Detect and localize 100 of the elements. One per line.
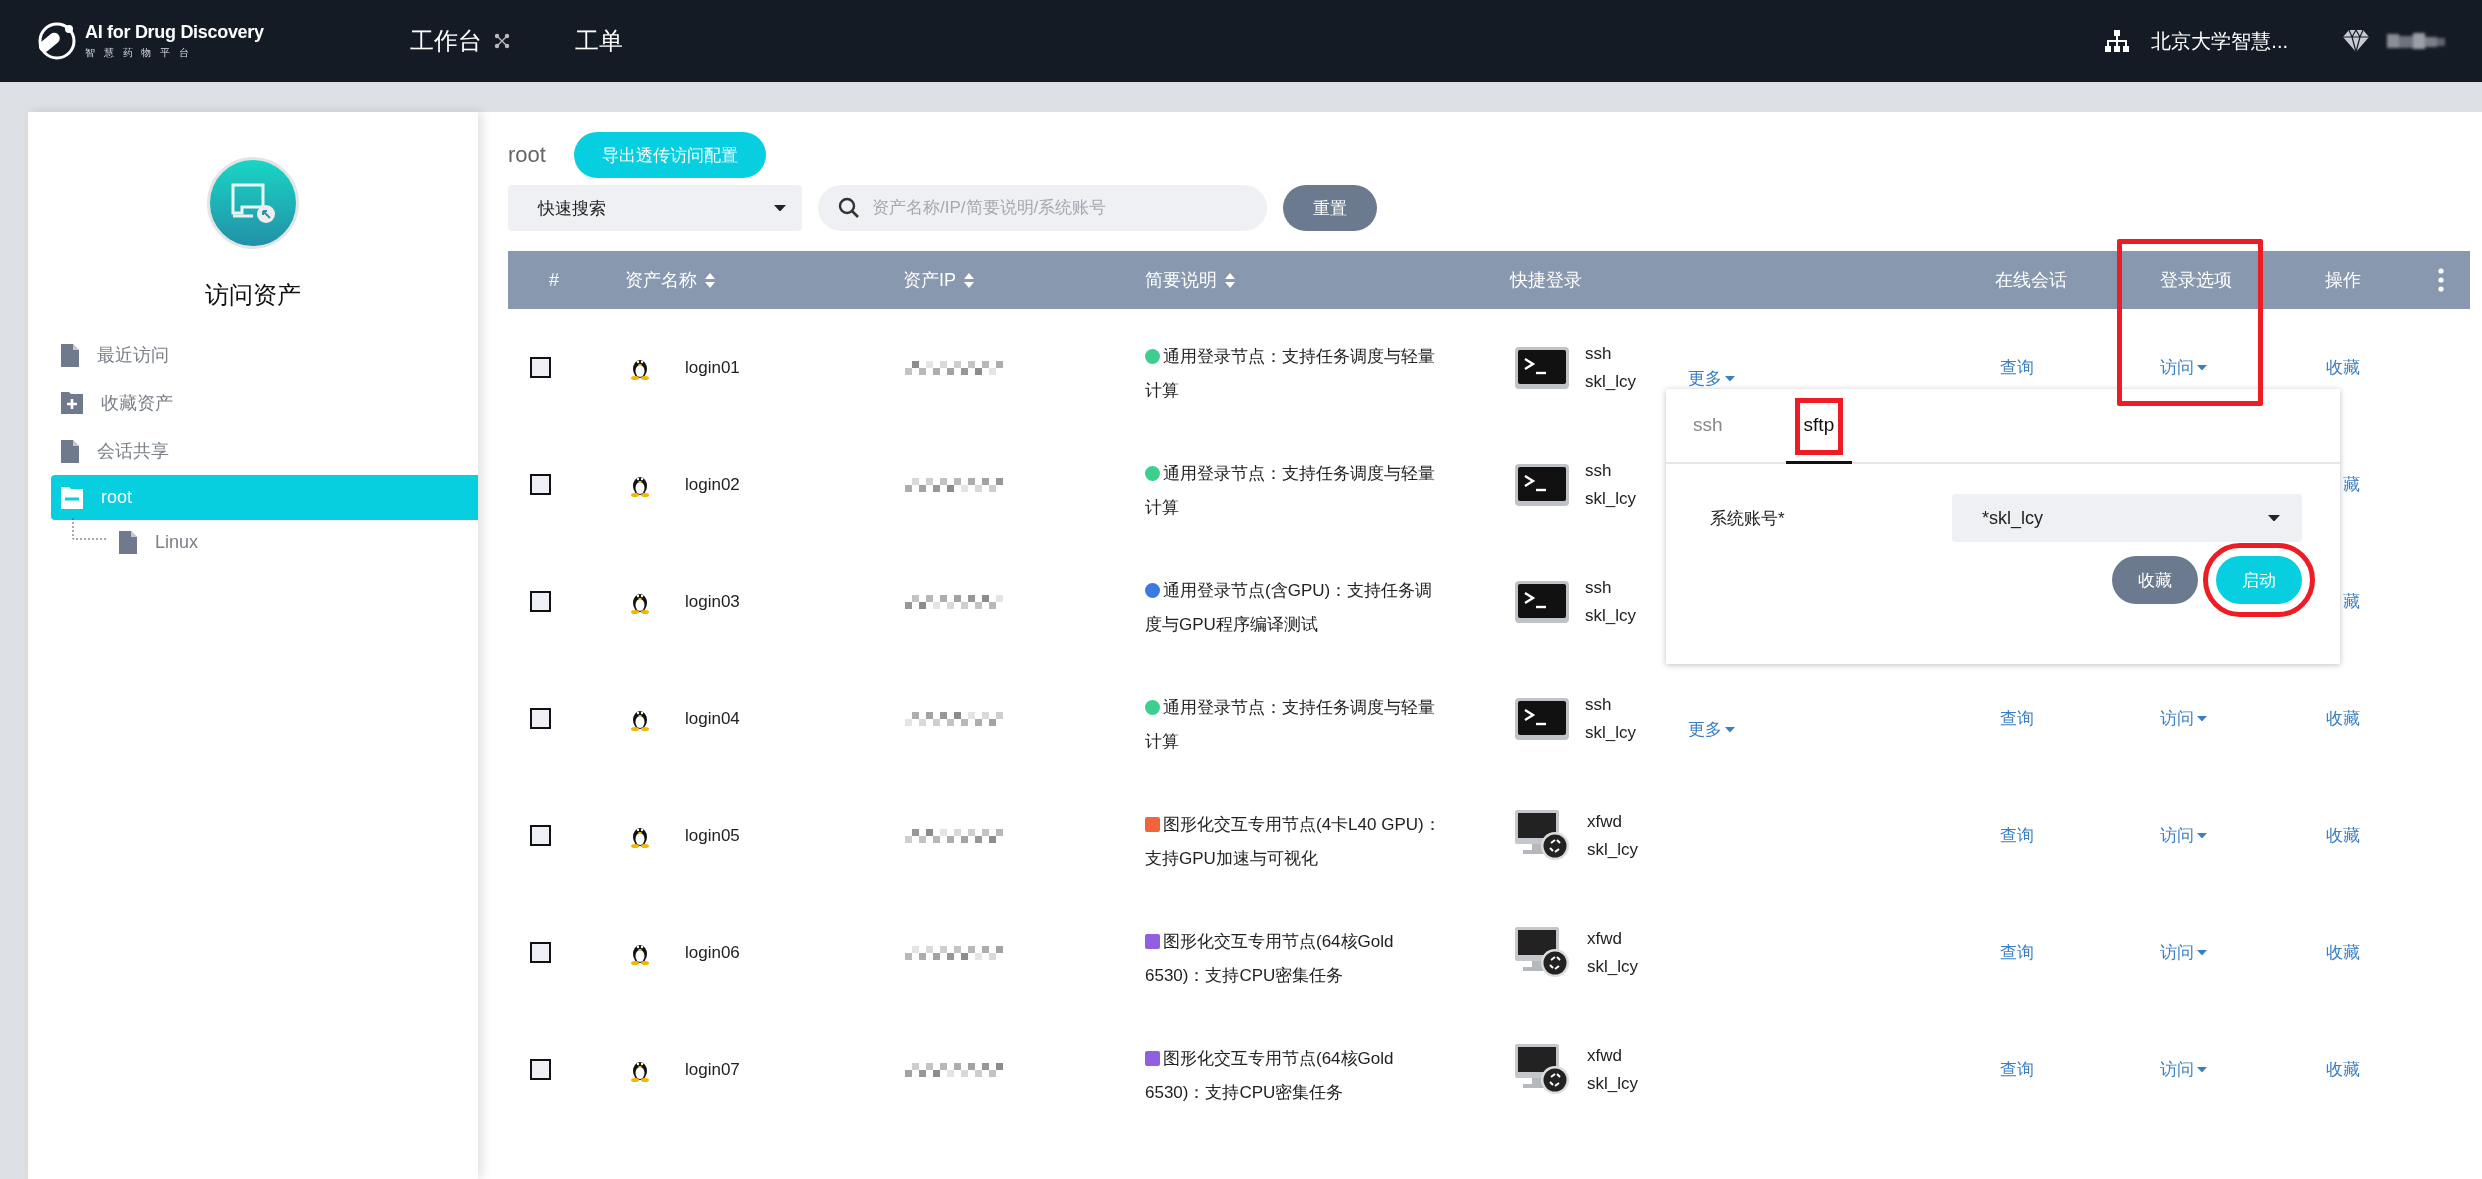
query-link[interactable]: 查询 bbox=[2000, 941, 2034, 964]
protocol-label: ssh bbox=[1585, 343, 1613, 364]
favorite-link[interactable]: 收藏 bbox=[2326, 824, 2360, 847]
account-label: skl_lcy bbox=[1587, 1073, 1638, 1094]
nav-link[interactable]: 工作台 bbox=[410, 25, 510, 57]
terminal-icon[interactable] bbox=[1515, 346, 1569, 389]
caret-icon bbox=[2197, 1066, 2207, 1073]
remote-desktop-icon[interactable] bbox=[1515, 809, 1571, 862]
terminal-icon[interactable] bbox=[1515, 697, 1569, 740]
query-link[interactable]: 查询 bbox=[2000, 356, 2034, 379]
caret-icon bbox=[2197, 364, 2207, 371]
asset-name: login03 bbox=[685, 591, 740, 612]
remote-desktop-icon[interactable] bbox=[1515, 926, 1571, 979]
query-link[interactable]: 查询 bbox=[2000, 707, 2034, 730]
asset-name: login07 bbox=[685, 1059, 740, 1080]
terminal-icon[interactable] bbox=[1515, 580, 1569, 623]
protocol-label: xfwd bbox=[1587, 928, 1623, 949]
caret-icon bbox=[2197, 832, 2207, 839]
account-label: skl_lcy bbox=[1585, 488, 1636, 509]
field-label: 系统账号* bbox=[1710, 507, 1785, 530]
row-checkbox[interactable] bbox=[530, 825, 551, 846]
favorite-link[interactable]: 藏 bbox=[2343, 473, 2360, 496]
sort-icon[interactable] bbox=[705, 272, 715, 288]
access-dropdown-link[interactable]: 访问 bbox=[2160, 356, 2207, 379]
sort-icon[interactable] bbox=[1225, 272, 1235, 288]
caret-icon bbox=[2197, 715, 2207, 722]
account-label: skl_lcy bbox=[1585, 371, 1636, 392]
favorite-link[interactable]: 收藏 bbox=[2326, 356, 2360, 379]
org-name[interactable]: 北京大学智慧... bbox=[2151, 27, 2288, 55]
logo-subtitle: 智 慧 药 物 平 台 bbox=[85, 46, 193, 60]
protocol-label: ssh bbox=[1585, 577, 1613, 598]
favorite-link[interactable]: 收藏 bbox=[2326, 707, 2360, 730]
favorite-link[interactable]: 收藏 bbox=[2326, 1058, 2360, 1081]
more-options-icon[interactable] bbox=[2438, 268, 2444, 292]
asset-description: 通用登录节点：支持任务调度与轻量计算 bbox=[1145, 696, 1436, 753]
asset-description: 通用登录节点：支持任务调度与轻量计算 bbox=[1145, 462, 1436, 519]
plus-folder-icon bbox=[61, 392, 83, 414]
access-dropdown-link[interactable]: 访问 bbox=[2160, 941, 2207, 964]
column-header: 在线会话 bbox=[1995, 269, 2067, 292]
favorite-link[interactable]: 收藏 bbox=[2326, 941, 2360, 964]
quick-search-select[interactable]: 快速搜索 bbox=[508, 185, 802, 231]
nodes-icon bbox=[494, 33, 510, 49]
caret-icon bbox=[2197, 949, 2207, 956]
remote-desktop-icon[interactable] bbox=[1515, 1043, 1571, 1096]
sidebar-item[interactable]: Linux bbox=[51, 520, 478, 564]
sidebar-title: 访问资产 bbox=[205, 280, 301, 310]
file-icon bbox=[119, 530, 137, 554]
tree-line bbox=[72, 518, 106, 542]
access-dropdown-link[interactable]: 访问 bbox=[2160, 824, 2207, 847]
nav-link[interactable]: 工单 bbox=[575, 25, 623, 57]
row-checkbox[interactable] bbox=[530, 357, 551, 378]
favorite-button[interactable]: 收藏 bbox=[2112, 556, 2198, 604]
sidebar-item[interactable]: 收藏资产 bbox=[51, 379, 478, 427]
column-header[interactable]: 资产名称 bbox=[625, 268, 715, 292]
search-icon bbox=[838, 197, 860, 219]
caret-icon bbox=[2268, 514, 2280, 522]
logo-title: AI for Drug Discovery bbox=[85, 22, 264, 43]
row-checkbox[interactable] bbox=[530, 474, 551, 495]
caret-icon bbox=[774, 204, 786, 212]
access-dropdown-link[interactable]: 访问 bbox=[2160, 1058, 2207, 1081]
protocol-label: ssh bbox=[1585, 460, 1613, 481]
sort-icon[interactable] bbox=[964, 272, 974, 288]
caret-icon bbox=[1725, 726, 1735, 733]
account-select[interactable]: *skl_lcy bbox=[1952, 494, 2302, 542]
search-bar[interactable]: 资产名称/IP/简要说明/系统账号 bbox=[818, 185, 1267, 231]
favorite-link[interactable]: 藏 bbox=[2343, 590, 2360, 613]
asset-description: 图形化交互专用节点(64核Gold 6530)：支持CPU密集任务 bbox=[1145, 930, 1395, 987]
sidebar-item[interactable]: 会话共享 bbox=[51, 427, 478, 475]
column-header: 操作 bbox=[2325, 269, 2361, 292]
asset-name: login01 bbox=[685, 357, 740, 378]
search-input[interactable]: 资产名称/IP/简要说明/系统账号 bbox=[870, 197, 1247, 219]
protocol-tab[interactable]: sftp bbox=[1785, 389, 1853, 464]
terminal-icon[interactable] bbox=[1515, 463, 1569, 506]
asset-description: 通用登录节点(含GPU)：支持任务调度与GPU程序编译测试 bbox=[1145, 579, 1434, 636]
column-header[interactable]: 资产IP bbox=[903, 268, 974, 292]
file-icon bbox=[61, 343, 79, 367]
asset-name: login05 bbox=[685, 825, 740, 846]
column-header: 快捷登录 bbox=[1510, 269, 1582, 292]
row-checkbox[interactable] bbox=[530, 942, 551, 963]
diamond-icon[interactable] bbox=[2343, 30, 2369, 52]
query-link[interactable]: 查询 bbox=[2000, 824, 2034, 847]
more-link[interactable]: 更多 bbox=[1688, 718, 1735, 741]
row-checkbox[interactable] bbox=[530, 591, 551, 612]
blurred-user-name bbox=[2387, 30, 2447, 52]
row-checkbox[interactable] bbox=[530, 1059, 551, 1080]
sidebar-item[interactable]: 最近访问 bbox=[51, 331, 478, 379]
account-label: skl_lcy bbox=[1587, 839, 1638, 860]
org-tree-icon[interactable] bbox=[2105, 30, 2130, 52]
account-label: skl_lcy bbox=[1585, 605, 1636, 626]
more-link[interactable]: 更多 bbox=[1688, 367, 1735, 390]
access-dropdown-link[interactable]: 访问 bbox=[2160, 707, 2207, 730]
protocol-tab[interactable]: ssh bbox=[1693, 389, 1741, 464]
asset-description: 图形化交互专用节点(64核Gold 6530)：支持CPU密集任务 bbox=[1145, 1047, 1395, 1104]
reset-button[interactable]: 重置 bbox=[1283, 185, 1377, 231]
asset-description: 图形化交互专用节点(4卡L40 GPU)：支持GPU加速与可视化 bbox=[1145, 813, 1442, 870]
protocol-label: ssh bbox=[1585, 694, 1613, 715]
column-header[interactable]: 简要说明 bbox=[1145, 268, 1235, 292]
minus-folder-icon bbox=[61, 486, 83, 509]
query-link[interactable]: 查询 bbox=[2000, 1058, 2034, 1081]
row-checkbox[interactable] bbox=[530, 708, 551, 729]
